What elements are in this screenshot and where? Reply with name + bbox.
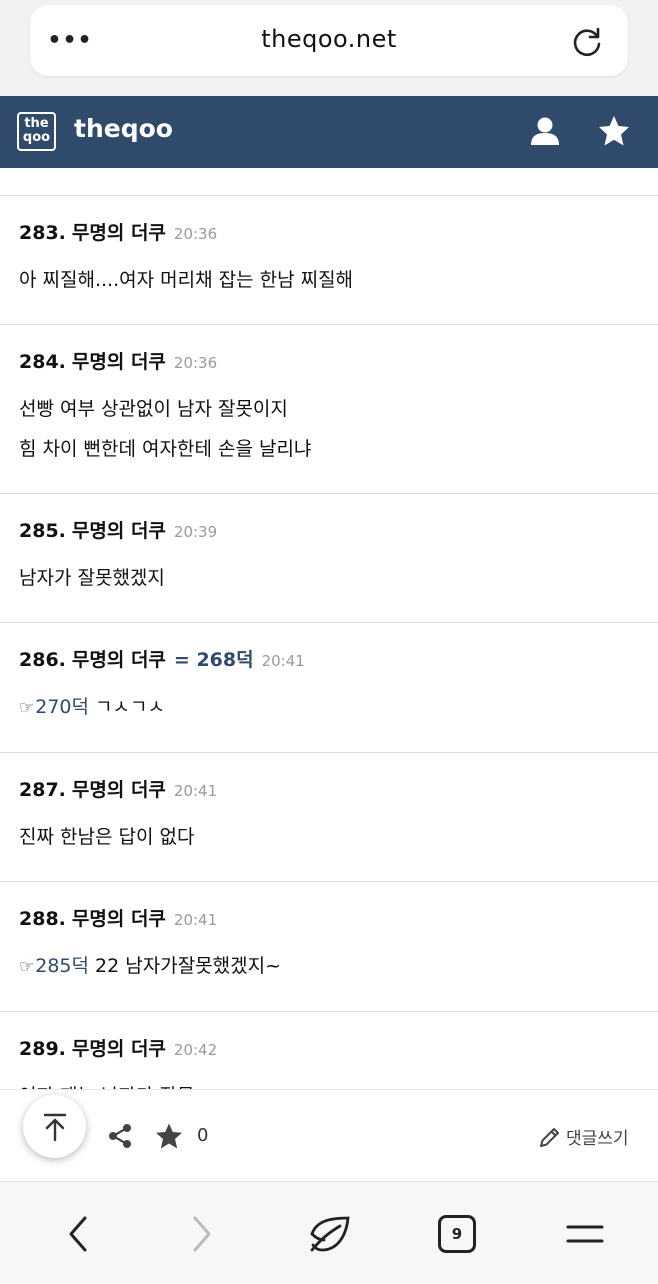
share-icon[interactable] bbox=[107, 1123, 133, 1149]
comment-item: 284. 무명의 더쿠 20:36 선빵 여부 상관없이 남자 잘못이지힘 차이 뻔한… bbox=[0, 325, 658, 494]
comment-body: 선빵 여부 상관없이 남자 잘못이지힘 차이 뻔한데 여자한테 손을 날리냐 bbox=[19, 389, 639, 469]
back-button[interactable] bbox=[58, 1214, 98, 1254]
comment-line: 남자가 잘못했겠지 bbox=[19, 558, 639, 598]
comment-number[interactable]: 289. bbox=[19, 1038, 66, 1060]
comment-time: 20:39 bbox=[173, 523, 218, 541]
site-header: the qoo theqoo bbox=[0, 96, 658, 168]
comment-header: 284. 무명의 더쿠 20:36 bbox=[19, 347, 639, 377]
comment-text: ㄱㅅㄱㅅ bbox=[95, 696, 165, 718]
comment-number[interactable]: 288. bbox=[19, 908, 66, 930]
comment-number[interactable]: 283. bbox=[19, 222, 66, 244]
star-icon[interactable] bbox=[597, 114, 631, 148]
comment-time: 20:42 bbox=[173, 1041, 218, 1059]
comment-body: 진짜 한남은 답이 없다 bbox=[19, 817, 639, 857]
comment-line: ☞285덕 22 남자가잘못했겠지~ bbox=[19, 946, 639, 987]
comment-list: 283. 무명의 더쿠 20:36 아 찌질해....여자 머리채 잡는 한남 찌질해… bbox=[0, 168, 658, 1141]
comment-line: 선빵 여부 상관없이 남자 잘못이지 bbox=[19, 389, 639, 429]
leaf-icon bbox=[310, 1216, 350, 1252]
comment-header: 286. 무명의 더쿠 = 268덕 20:41 bbox=[19, 645, 639, 675]
hamburger-icon bbox=[566, 1225, 604, 1243]
home-button[interactable] bbox=[307, 1214, 353, 1254]
reply-pointer-icon: ☞ bbox=[19, 957, 35, 977]
comment-number[interactable]: 285. bbox=[19, 520, 66, 542]
comment-item: 283. 무명의 더쿠 20:36 아 찌질해....여자 머리채 잡는 한남 찌질해 bbox=[0, 196, 658, 325]
comment-author: 무명의 더쿠 bbox=[71, 649, 166, 671]
comment-text: 선빵 여부 상관없이 남자 잘못이지 bbox=[19, 398, 288, 420]
forward-button[interactable] bbox=[182, 1214, 222, 1254]
comment-number[interactable]: 287. bbox=[19, 779, 66, 801]
pencil-icon bbox=[540, 1127, 559, 1147]
comment-body: 남자가 잘못했겠지 bbox=[19, 558, 639, 598]
reply-reference-link[interactable]: 285덕 bbox=[35, 955, 89, 977]
comment-time: 20:41 bbox=[261, 652, 305, 670]
comment-header: 283. 무명의 더쿠 20:36 bbox=[19, 218, 639, 248]
comment-number[interactable]: 286. bbox=[19, 649, 66, 671]
favorite-star-icon[interactable] bbox=[155, 1122, 183, 1150]
comment-text: 22 남자가잘못했겠지~ bbox=[95, 955, 282, 977]
comment-line: 아 찌질해....여자 머리채 잡는 한남 찌질해 bbox=[19, 260, 639, 300]
tab-count: 9 bbox=[438, 1215, 476, 1253]
url-text[interactable]: theqoo.net bbox=[30, 25, 628, 53]
comment-time: 20:36 bbox=[173, 354, 218, 372]
arrow-up-icon bbox=[43, 1113, 66, 1141]
comment-header: 289. 무명의 더쿠 20:42 bbox=[19, 1034, 639, 1064]
url-bar[interactable]: ••• theqoo.net bbox=[30, 5, 628, 76]
comment-time: 20:41 bbox=[173, 911, 218, 929]
comment-item: 288. 무명의 더쿠 20:41 ☞285덕 22 남자가잘못했겠지~ bbox=[0, 882, 658, 1012]
write-comment-button[interactable]: 댓글쓰기 bbox=[538, 1124, 629, 1149]
comment-text: 남자가 잘못했겠지 bbox=[19, 567, 165, 589]
chevron-left-icon bbox=[69, 1216, 87, 1252]
menu-button[interactable] bbox=[565, 1214, 605, 1254]
tabs-button[interactable]: 9 bbox=[437, 1214, 477, 1254]
favorite-count: 0 bbox=[197, 1125, 209, 1146]
comment-item: 287. 무명의 더쿠 20:41 진짜 한남은 답이 없다 bbox=[0, 753, 658, 882]
browser-top-bar: ••• theqoo.net bbox=[0, 0, 658, 96]
comment-time: 20:41 bbox=[173, 782, 218, 800]
post-action-bar: 0 댓글쓰기 bbox=[0, 1089, 658, 1181]
comment-text: 진짜 한남은 답이 없다 bbox=[19, 826, 195, 848]
reply-pointer-icon: ☞ bbox=[19, 698, 35, 718]
divider bbox=[0, 168, 658, 196]
comment-body: ☞270덕 ㄱㅅㄱㅅ bbox=[19, 687, 639, 728]
comment-text: 힘 차이 뻔한데 여자한테 손을 날리냐 bbox=[19, 438, 312, 460]
comment-body: 아 찌질해....여자 머리채 잡는 한남 찌질해 bbox=[19, 260, 639, 300]
comment-line: 힘 차이 뻔한데 여자한테 손을 날리냐 bbox=[19, 429, 639, 469]
comment-time: 20:36 bbox=[173, 225, 218, 243]
comment-author: 무명의 더쿠 bbox=[71, 351, 166, 373]
comment-item: 285. 무명의 더쿠 20:39 남자가 잘못했겠지 bbox=[0, 494, 658, 623]
comment-author: 무명의 더쿠 bbox=[71, 908, 166, 930]
reply-reference-link[interactable]: 270덕 bbox=[35, 696, 89, 718]
comment-line: 진짜 한남은 답이 없다 bbox=[19, 817, 639, 857]
comment-header: 288. 무명의 더쿠 20:41 bbox=[19, 904, 639, 934]
comment-author: 무명의 더쿠 bbox=[71, 1038, 166, 1060]
user-icon[interactable] bbox=[528, 114, 562, 148]
comment-body: ☞285덕 22 남자가잘못했겠지~ bbox=[19, 946, 639, 987]
comment-author: 무명의 더쿠 bbox=[71, 779, 166, 801]
reload-icon[interactable] bbox=[570, 25, 604, 59]
chevron-right-icon bbox=[193, 1216, 211, 1252]
scroll-to-top-button[interactable] bbox=[23, 1095, 86, 1158]
comment-text: 아 찌질해....여자 머리채 잡는 한남 찌질해 bbox=[19, 269, 354, 291]
write-comment-label: 댓글쓰기 bbox=[566, 1129, 629, 1149]
comment-item: 286. 무명의 더쿠 = 268덕 20:41 ☞270덕 ㄱㅅㄱㅅ bbox=[0, 623, 658, 753]
browser-bottom-nav: 9 bbox=[0, 1181, 658, 1284]
comment-header: 285. 무명의 더쿠 20:39 bbox=[19, 516, 639, 546]
comment-number[interactable]: 284. bbox=[19, 351, 66, 373]
comment-line: ☞270덕 ㄱㅅㄱㅅ bbox=[19, 687, 639, 728]
comment-header: 287. 무명의 더쿠 20:41 bbox=[19, 775, 639, 805]
comment-author: 무명의 더쿠 bbox=[71, 520, 166, 542]
site-logo[interactable]: the qoo bbox=[17, 112, 56, 151]
comment-author: 무명의 더쿠 bbox=[71, 222, 166, 244]
comment-reference[interactable]: = 268덕 bbox=[174, 645, 254, 672]
site-title[interactable]: theqoo bbox=[74, 114, 173, 143]
